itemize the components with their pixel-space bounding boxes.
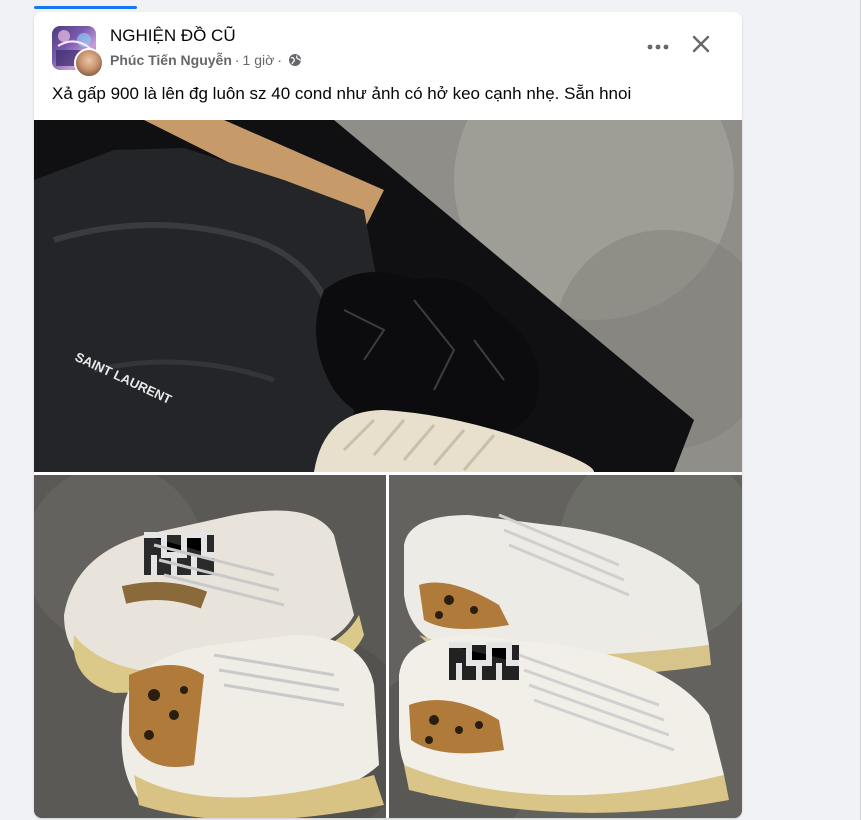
- sneakers-pair-photo-left[interactable]: [34, 475, 386, 818]
- meta-separator: ·: [234, 52, 240, 68]
- more-horizontal-icon: [647, 37, 669, 55]
- post-avatar-group[interactable]: [52, 26, 104, 78]
- post-text: Xả gấp 900 là lên đg luôn sz 40 cond như…: [52, 84, 632, 103]
- group-name[interactable]: NGHIỆN ĐỒ CŨ: [110, 26, 236, 46]
- close-icon: [691, 34, 711, 59]
- meta-separator: ·: [277, 52, 282, 68]
- post-header: NGHIỆN ĐỒ CŨ Phúc Tiến Nguyễn · 1 giờ ·: [34, 12, 742, 82]
- post-time[interactable]: 1 giờ: [243, 52, 275, 68]
- user-avatar[interactable]: [74, 48, 104, 78]
- more-options-button[interactable]: [643, 36, 673, 56]
- globe-icon[interactable]: [288, 53, 302, 67]
- post-meta: Phúc Tiến Nguyễn · 1 giờ ·: [110, 52, 302, 68]
- post-card: NGHIỆN ĐỒ CŨ Phúc Tiến Nguyễn · 1 giờ ·: [34, 12, 742, 818]
- sneakers-pair-photo-right[interactable]: [389, 475, 742, 818]
- box-dustbag-photo[interactable]: SAINT LAURENT: [34, 120, 742, 472]
- active-tab-indicator: [34, 6, 137, 9]
- author-name[interactable]: Phúc Tiến Nguyễn: [110, 52, 232, 68]
- close-button[interactable]: [687, 32, 715, 60]
